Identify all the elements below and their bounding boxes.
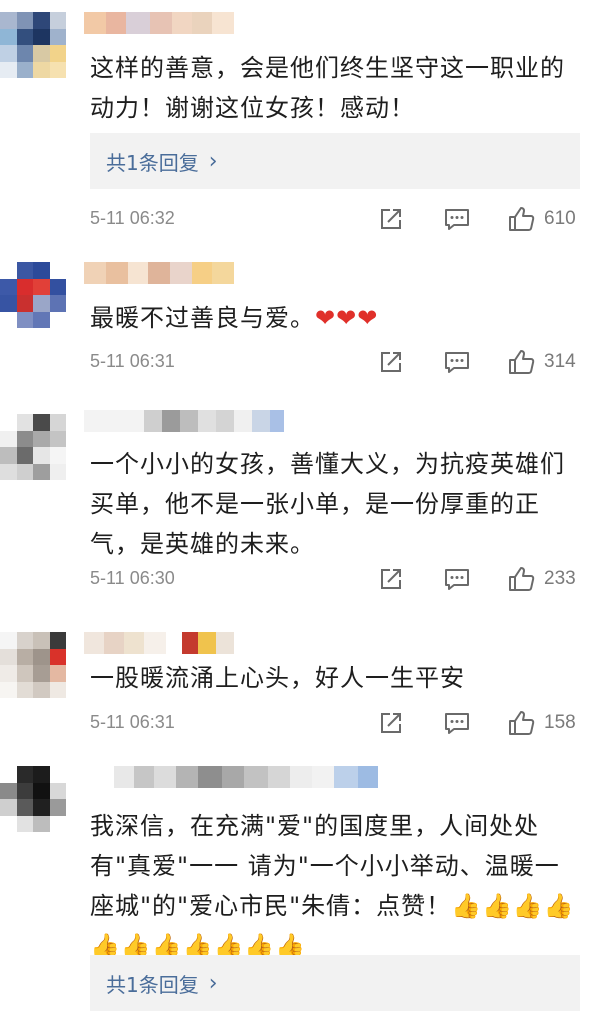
comment-item: 我深信，在充满"爱"的国度里，人间处处有"真爱"一一 请为"一个小小举动、温暖一…: [0, 760, 590, 1011]
comment-item: 一股暖流涌上心头，好人一生平安 5-11 06:31 158: [0, 620, 590, 760]
comment-text: 我深信，在充满"爱"的国度里，人间处处有"真爱"一一 请为"一个小小举动、温暖一…: [90, 812, 575, 960]
avatar[interactable]: [0, 766, 66, 832]
reply-count-label: 共1条回复: [106, 150, 199, 175]
comment-icon[interactable]: [442, 347, 472, 377]
thumbs-up-icon[interactable]: [506, 204, 536, 234]
thumbs-up-icon[interactable]: [506, 708, 536, 738]
share-icon[interactable]: [376, 564, 406, 594]
comment-meta: 5-11 06:32 610: [90, 204, 580, 236]
share-icon[interactable]: [376, 347, 406, 377]
comment-item: 最暖不过善良与爱。❤❤❤ 5-11 06:31 314: [0, 240, 590, 380]
username-redacted[interactable]: [84, 262, 234, 284]
comment-icon[interactable]: [442, 564, 472, 594]
comment-meta: 5-11 06:31 314: [90, 347, 580, 379]
comment-icon[interactable]: [442, 708, 472, 738]
like-count: 233: [544, 568, 576, 589]
comment-text-body: 最暖不过善良与爱。: [90, 304, 315, 332]
comment-text: 最暖不过善良与爱。❤❤❤: [90, 298, 580, 338]
thumbs-up-icon[interactable]: [506, 564, 536, 594]
avatar[interactable]: [0, 414, 66, 480]
timestamp: 5-11 06:31: [90, 712, 175, 732]
thumbs-up-icon[interactable]: [506, 347, 536, 377]
username-redacted[interactable]: [84, 12, 234, 34]
comment-meta: 5-11 06:31 158: [90, 708, 580, 740]
reply-count-link[interactable]: 共1条回复 ›: [90, 955, 580, 1011]
like-count: 610: [544, 208, 576, 229]
avatar[interactable]: [0, 262, 66, 328]
reply-count-link[interactable]: 共1条回复 ›: [90, 133, 580, 189]
like-count: 158: [544, 712, 576, 733]
avatar[interactable]: [0, 12, 66, 78]
heart-emoji: ❤❤❤: [315, 304, 379, 332]
timestamp: 5-11 06:31: [90, 351, 175, 371]
username-redacted[interactable]: [84, 766, 434, 788]
avatar[interactable]: [0, 632, 66, 698]
comment-text: 一个小小的女孩，善懂大义，为抗疫英雄们买单，他不是一张小单，是一份厚重的正气，是…: [90, 450, 565, 558]
chevron-right-icon: ›: [208, 148, 218, 174]
comment-meta: 5-11 06:30 233: [90, 564, 580, 596]
share-icon[interactable]: [376, 708, 406, 738]
like-count: 314: [544, 351, 576, 372]
chevron-right-icon: ›: [208, 970, 218, 996]
username-redacted[interactable]: [84, 632, 234, 654]
comment-text: 一股暖流涌上心头，好人一生平安: [90, 664, 465, 692]
username-redacted[interactable]: [84, 410, 304, 432]
timestamp: 5-11 06:30: [90, 568, 175, 588]
reply-count-label: 共1条回复: [106, 972, 199, 997]
comment-item: 这样的善意，会是他们终生坚守这一职业的动力！谢谢这位女孩！感动！ 共1条回复 ›…: [0, 0, 590, 240]
comment-item: 一个小小的女孩，善懂大义，为抗疫英雄们买单，他不是一张小单，是一份厚重的正气，是…: [0, 380, 590, 620]
share-icon[interactable]: [376, 204, 406, 234]
comment-text: 这样的善意，会是他们终生坚守这一职业的动力！谢谢这位女孩！感动！: [90, 54, 565, 122]
timestamp: 5-11 06:32: [90, 208, 175, 228]
comment-icon[interactable]: [442, 204, 472, 234]
